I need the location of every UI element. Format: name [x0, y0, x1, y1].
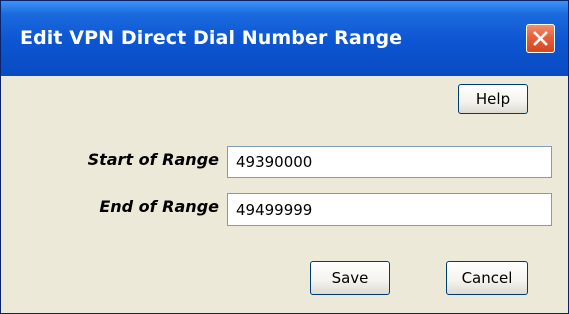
end-of-range-field[interactable]	[227, 193, 552, 226]
dialog-body: Help Start of Range End of Range Save Ca…	[1, 76, 568, 313]
close-button[interactable]	[526, 24, 555, 53]
dialog-title: Edit VPN Direct Dial Number Range	[20, 27, 403, 49]
cancel-button[interactable]: Cancel	[446, 261, 528, 295]
close-icon	[533, 31, 548, 46]
save-button[interactable]: Save	[310, 261, 390, 295]
end-of-range-label: End of Range	[99, 197, 219, 216]
start-of-range-field[interactable]	[227, 146, 552, 178]
title-bar[interactable]: Edit VPN Direct Dial Number Range	[1, 1, 568, 76]
start-of-range-label: Start of Range	[87, 150, 219, 169]
edit-range-dialog: Edit VPN Direct Dial Number Range Help S…	[0, 0, 569, 314]
help-button[interactable]: Help	[458, 84, 528, 114]
